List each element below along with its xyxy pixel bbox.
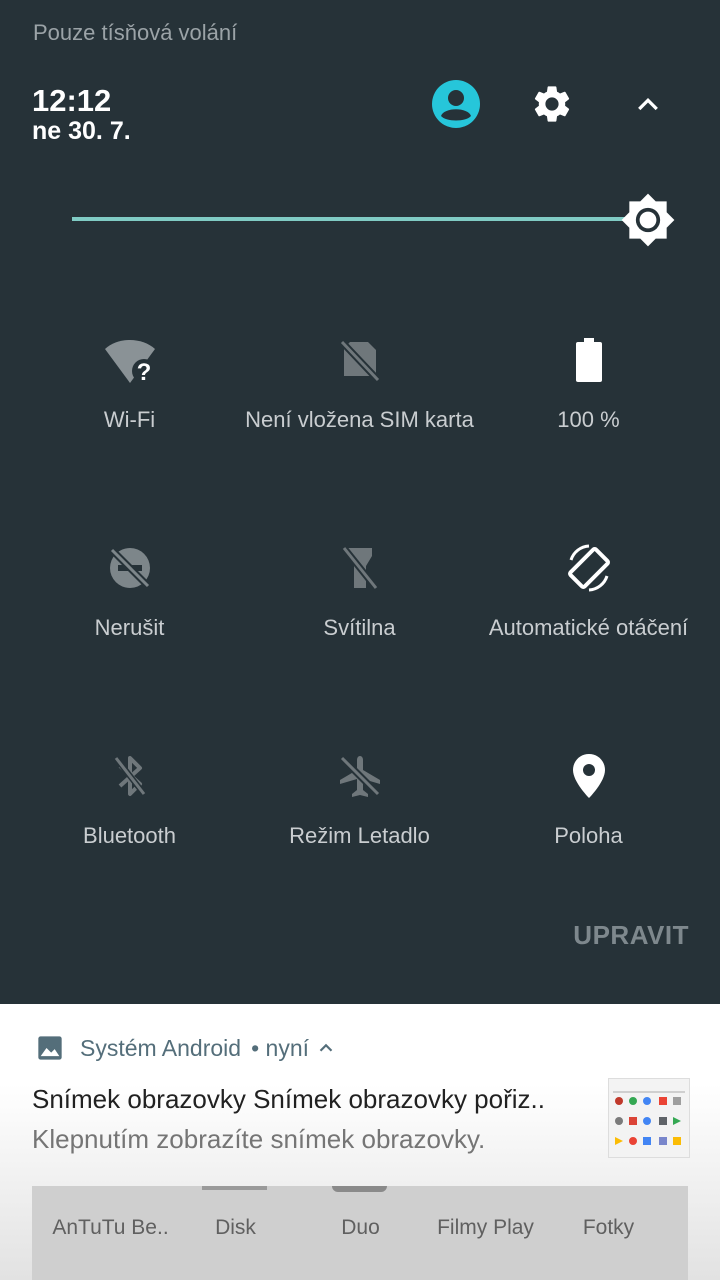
tile-wifi[interactable]: ? Wi-Fi [15, 330, 244, 510]
chevron-up-icon [638, 97, 658, 111]
auto-rotate-icon [567, 544, 610, 592]
settings-button[interactable] [524, 76, 580, 132]
preview-app-label: Filmy Play [437, 1216, 534, 1239]
gear-icon [534, 86, 570, 122]
tile-battery[interactable]: 100 % [474, 330, 703, 510]
brightness-slider-thumb[interactable] [620, 192, 676, 248]
status-carrier-text: Pouze tísňová volání [33, 20, 238, 45]
tile-label: Bluetooth [83, 823, 176, 848]
tile-airplane-mode[interactable]: Režim Letadlo [245, 746, 474, 926]
tile-label: Nerušit [94, 615, 165, 640]
screenshot-thumbnail [608, 1078, 690, 1158]
svg-text:?: ? [136, 359, 151, 385]
tile-label: 100 % [557, 407, 620, 432]
tile-sim[interactable]: Není vložena SIM karta [245, 330, 474, 510]
brightness-slider[interactable] [72, 217, 632, 221]
no-sim-icon [338, 339, 381, 383]
flashlight-off-icon [340, 545, 379, 591]
tile-auto-rotate[interactable]: Automatické otáčení [474, 538, 703, 718]
screenshot-preview: AnTuTu Be.. Disk Duo Filmy Play Fotky [32, 1186, 688, 1280]
notification-app-name: Systém Android [80, 1034, 242, 1061]
preview-app-label: AnTuTu Be.. [52, 1216, 169, 1239]
user-avatar-icon [432, 80, 480, 128]
user-switcher-button[interactable] [428, 76, 484, 132]
notification-header: Systém Android • nyní [36, 1034, 337, 1062]
image-icon [38, 1036, 62, 1060]
date[interactable]: ne 30. 7. [32, 116, 131, 146]
tile-label: Automatické otáčení [488, 615, 689, 640]
quick-settings-panel: Pouze tísňová volání 12:12 ne 30. 7. ? W… [0, 0, 720, 1004]
brightness-icon [621, 193, 675, 247]
tile-label: Wi-Fi [103, 407, 156, 432]
airplane-off-icon [339, 755, 380, 797]
edit-button[interactable]: UPRAVIT [573, 920, 689, 951]
preview-app-label: Fotky [582, 1216, 635, 1239]
notification-body: Klepnutím zobrazíte snímek obrazovky. [32, 1124, 486, 1154]
tile-location[interactable]: Poloha [474, 746, 703, 926]
tile-flashlight[interactable]: Svítilna [245, 538, 474, 718]
do-not-disturb-off-icon [109, 547, 150, 589]
tile-bluetooth[interactable]: Bluetooth [15, 746, 244, 926]
chevron-up-icon[interactable] [315, 1037, 337, 1059]
preview-app-label: Disk [215, 1216, 256, 1239]
tile-label: Není vložena SIM karta [245, 407, 474, 432]
wifi-unknown-icon: ? [104, 340, 156, 385]
tile-do-not-disturb[interactable]: Nerušit [15, 538, 244, 718]
notification-time: • nyní [251, 1034, 310, 1061]
battery-full-icon [575, 338, 602, 382]
preview-app-label: Duo [341, 1216, 380, 1239]
preview-icon-fragment [332, 1186, 387, 1192]
notification-title: Snímek obrazovky Snímek obrazovky pořiz.… [32, 1084, 545, 1114]
tile-label: Poloha [554, 823, 623, 848]
tile-label: Svítilna [323, 615, 396, 640]
preview-icon-fragment [202, 1186, 267, 1190]
tile-label: Režim Letadlo [289, 823, 430, 848]
clock[interactable]: 12:12 [32, 84, 111, 118]
collapse-button[interactable] [620, 76, 676, 132]
bluetooth-off-icon [113, 756, 146, 796]
location-icon [572, 754, 605, 798]
notification-card[interactable]: Systém Android • nyní Snímek obrazovky S… [0, 1004, 720, 1280]
